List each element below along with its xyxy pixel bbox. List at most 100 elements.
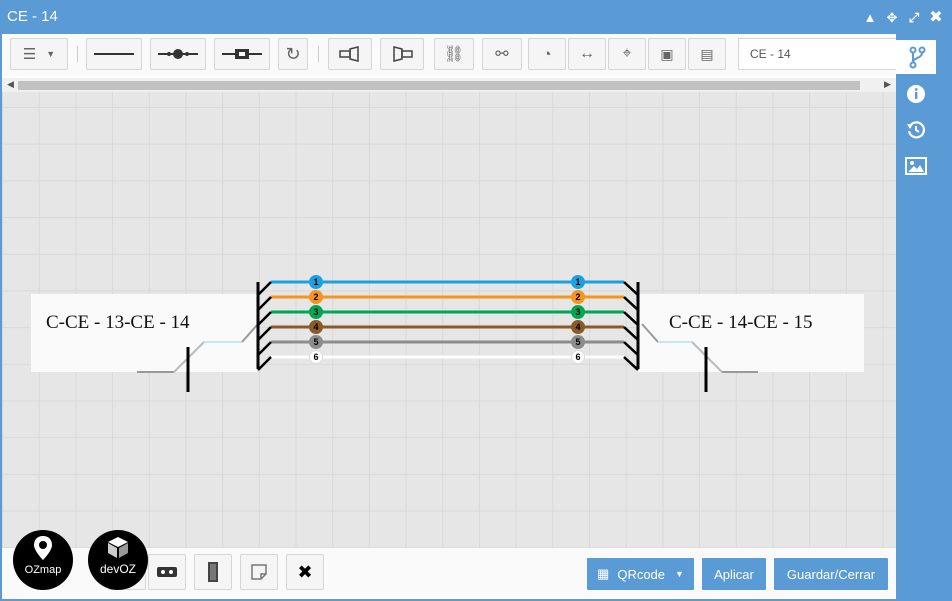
cube-icon <box>108 537 128 558</box>
apply-button[interactable]: Aplicar <box>702 558 766 590</box>
horizontal-arrows-icon: ↔ <box>579 45 595 62</box>
measure-button[interactable]: ↔ <box>568 38 606 70</box>
maximize-icon[interactable]: ⤢ <box>905 9 923 27</box>
save-close-label: Guardar/Cerrar <box>786 566 876 582</box>
left-bracket-tick <box>257 356 272 371</box>
list-menu-button[interactable]: ☰ ▼ <box>10 38 68 70</box>
sidebar-item-info[interactable] <box>896 79 936 109</box>
window-title: CE - 14 <box>7 8 58 25</box>
export-image-button[interactable]: ▣ <box>648 38 686 70</box>
toolbar-divider <box>77 46 78 62</box>
ozmap-logo-text: OZmap <box>24 564 62 576</box>
add-splice-button[interactable] <box>150 38 206 70</box>
right-bracket-tick <box>623 281 639 296</box>
pdf-file-icon: ▤ <box>700 45 714 62</box>
splice-window: CE - 14 ▲ ✥ ⤢ ✖ ☰ ▼ ↻ ⛓ ⚯ ◔ ↔ ⌖ ▣ ▤ CE -… <box>0 0 952 601</box>
sidebar-item-images[interactable] <box>896 151 936 181</box>
content-area: ☰ ▼ ↻ ⛓ ⚯ ◔ ↔ ⌖ ▣ ▤ CE - 14 ◀ ▶ C-CE - 1… <box>2 34 900 599</box>
refresh-button[interactable]: ↻ <box>278 38 308 70</box>
splice-canvas[interactable]: C-CE - 13-CE - 14 C-CE - 14-CE - 15 1 1 2 2… <box>2 92 896 548</box>
image-file-icon: ▣ <box>660 45 674 62</box>
fiber-number-left: 5 <box>313 337 318 347</box>
right-bracket-tick <box>623 356 639 371</box>
fork-icon <box>909 46 926 69</box>
close-icon[interactable]: ✖ <box>927 9 945 27</box>
left-cable-label: C-CE - 13-CE - 14 <box>46 312 190 333</box>
add-box-button[interactable] <box>194 554 232 590</box>
right-bracket-tick <box>623 296 639 311</box>
center-button[interactable]: ⌖ <box>608 38 646 70</box>
add-tray-button[interactable] <box>148 554 186 590</box>
add-note-button[interactable] <box>240 554 278 590</box>
caret-down-icon: ▼ <box>675 569 684 579</box>
fiber-number-right: 2 <box>575 292 580 302</box>
scrollbar-thumb[interactable] <box>18 81 860 90</box>
qrcode-label: QRcode <box>617 566 666 582</box>
left-bracket-tick <box>257 281 272 296</box>
fiber-number-left: 3 <box>313 307 318 317</box>
delete-icon: ✖ <box>297 561 313 582</box>
element-name-input[interactable] <box>738 38 900 70</box>
tray-icon <box>157 567 177 577</box>
meter-icon <box>393 46 413 62</box>
flashlight-icon <box>339 46 359 62</box>
fiber-number-right: 4 <box>575 322 580 332</box>
fiber-number-right: 3 <box>575 307 580 317</box>
fiber-number-right: 5 <box>575 337 580 347</box>
left-cable-box[interactable]: C-CE - 13-CE - 14 <box>31 294 259 392</box>
right-cable-box[interactable]: C-CE - 14-CE - 15 <box>638 294 864 392</box>
add-connector-button[interactable] <box>214 38 270 70</box>
left-bracket-tick <box>257 326 272 341</box>
power-meter-button[interactable] <box>380 38 424 70</box>
devoz-logo-text: devOZ <box>99 562 136 576</box>
fiber-number-right: 1 <box>575 277 580 287</box>
left-bracket-tick <box>257 296 272 311</box>
list-icon: ☰ <box>22 46 37 63</box>
unlink-button[interactable]: ⛓ <box>434 38 474 70</box>
unlink-all-button[interactable]: ⚯ <box>482 38 522 70</box>
sidebar-item-history[interactable] <box>896 115 936 145</box>
fiber-number-left: 4 <box>313 322 318 332</box>
right-sidebar <box>896 34 952 601</box>
right-bracket-tick <box>623 341 639 356</box>
history-icon <box>907 121 926 139</box>
toolbar: ☰ ▼ ↻ ⛓ ⚯ ◔ ↔ ⌖ ▣ ▤ CE - 14 <box>2 34 900 76</box>
draw-line-button[interactable] <box>86 38 142 70</box>
note-icon <box>251 564 267 580</box>
sidebar-item-connections[interactable] <box>896 40 936 74</box>
apply-label: Aplicar <box>714 566 754 582</box>
gauge-icon: ◔ <box>542 45 552 63</box>
fiber-number-right: 6 <box>575 352 580 362</box>
splice-icon <box>158 49 198 59</box>
broken-link-icon: ⚯ <box>495 46 509 63</box>
image-icon <box>905 157 927 175</box>
toolbar-divider <box>318 46 319 62</box>
collapse-icon[interactable]: ▲ <box>861 9 879 27</box>
fiber-number-left: 1 <box>313 277 318 287</box>
ozmap-logo: OZmap <box>13 530 73 590</box>
qrcode-button[interactable]: ▦ QRcode ▼ <box>587 558 694 590</box>
left-bracket-tick <box>257 311 272 326</box>
move-icon[interactable]: ✥ <box>883 9 901 27</box>
unlink-icon: ⛓ <box>443 46 465 63</box>
title-bar[interactable]: CE - 14 ▲ ✥ ⤢ ✖ <box>0 0 952 34</box>
scroll-left-icon[interactable]: ◀ <box>7 79 14 90</box>
splice-diagram: C-CE - 13-CE - 14 C-CE - 14-CE - 15 1 1 2 2… <box>31 275 864 392</box>
scroll-right-icon[interactable]: ▶ <box>884 79 891 90</box>
crosshair-icon: ⌖ <box>622 45 632 62</box>
horizontal-scrollbar[interactable]: ◀ ▶ <box>2 78 896 92</box>
info-icon <box>907 85 925 103</box>
export-pdf-button[interactable]: ▤ <box>688 38 726 70</box>
otdr-button[interactable]: ◔ <box>528 38 566 70</box>
connector-icon <box>222 49 262 59</box>
light-source-button[interactable] <box>328 38 372 70</box>
fiber-number-left: 2 <box>313 292 318 302</box>
fiber-bundle: 1 1 2 2 3 3 4 4 5 5 6 6 <box>256 275 640 371</box>
fiber-number-left: 6 <box>313 352 318 362</box>
refresh-icon: ↻ <box>285 43 301 64</box>
map-pin-icon <box>34 536 52 560</box>
save-close-button[interactable]: Guardar/Cerrar <box>774 558 888 590</box>
delete-button[interactable]: ✖ <box>286 554 324 590</box>
right-bracket-tick <box>623 326 639 341</box>
chevron-down-icon: ▼ <box>46 49 56 59</box>
